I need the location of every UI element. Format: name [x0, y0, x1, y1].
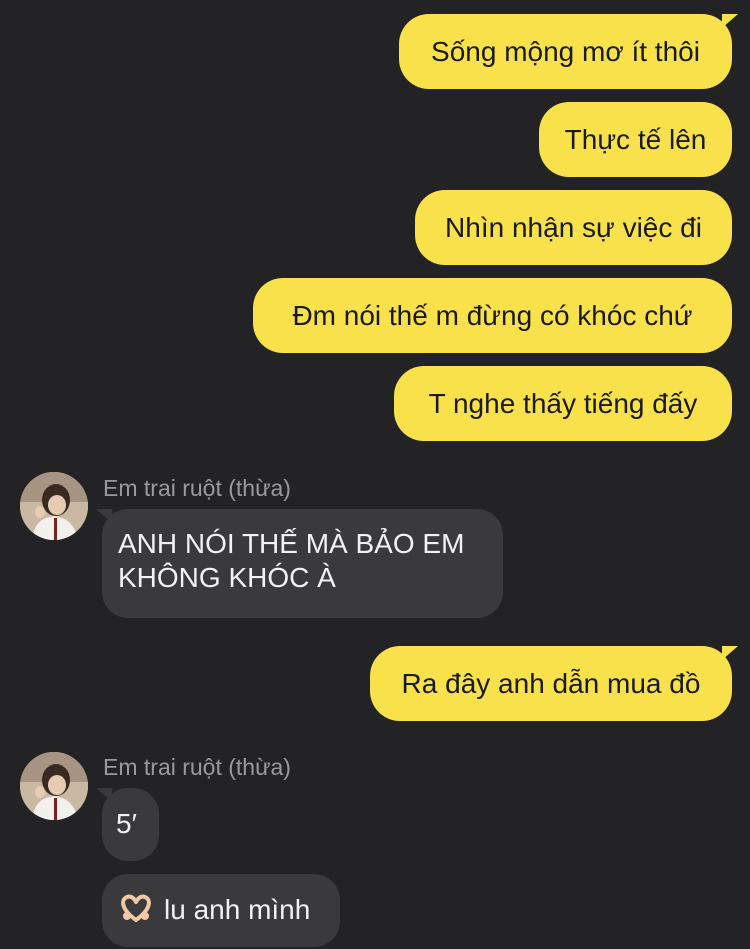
message-text: lu anh mình	[164, 894, 311, 925]
message-text: Ra đây anh dẫn mua đồ	[401, 667, 701, 699]
outgoing-message[interactable]: Nhìn nhận sự việc đi	[415, 190, 732, 265]
sender-name: Em trai ruột (thừa)	[103, 754, 291, 780]
message-text: Thực tế lên	[564, 123, 707, 155]
outgoing-message[interactable]: Sống mộng mơ ít thôi	[399, 14, 738, 89]
avatar[interactable]	[20, 472, 88, 540]
incoming-message[interactable]: ANH NÓI THẾ MÀ BẢO EM KHÔNG KHÓC À	[96, 509, 503, 618]
message-text: T nghe thấy tiếng đấy	[428, 387, 698, 419]
outgoing-message[interactable]: Đm nói thế m đừng có khóc chứ	[253, 278, 732, 353]
message-text-line: KHÔNG KHÓC À	[118, 562, 336, 593]
bubble-tail	[722, 14, 738, 28]
avatar[interactable]	[20, 752, 88, 820]
sender-name: Em trai ruột (thừa)	[103, 475, 291, 501]
message-text: Nhìn nhận sự việc đi	[445, 211, 702, 243]
bubble-tail	[96, 509, 112, 523]
avatar-photo	[20, 472, 88, 540]
message-text: 5′	[116, 808, 137, 839]
message-text: Đm nói thế m đừng có khóc chứ	[292, 299, 693, 331]
bubble-tail	[96, 788, 112, 802]
avatar-photo	[20, 752, 88, 820]
bubble-tail	[722, 646, 738, 660]
message-text-line: ANH NÓI THẾ MÀ BẢO EM	[118, 528, 465, 559]
outgoing-message[interactable]: Thực tế lên	[539, 102, 732, 177]
heart-hands-icon	[118, 894, 154, 930]
incoming-message[interactable]: 5′	[96, 788, 159, 861]
outgoing-message[interactable]: T nghe thấy tiếng đấy	[394, 366, 732, 441]
message-text: Sống mộng mơ ít thôi	[431, 35, 700, 67]
outgoing-message[interactable]: Ra đây anh dẫn mua đồ	[370, 646, 738, 721]
incoming-message[interactable]: lu anh mình	[102, 874, 340, 947]
